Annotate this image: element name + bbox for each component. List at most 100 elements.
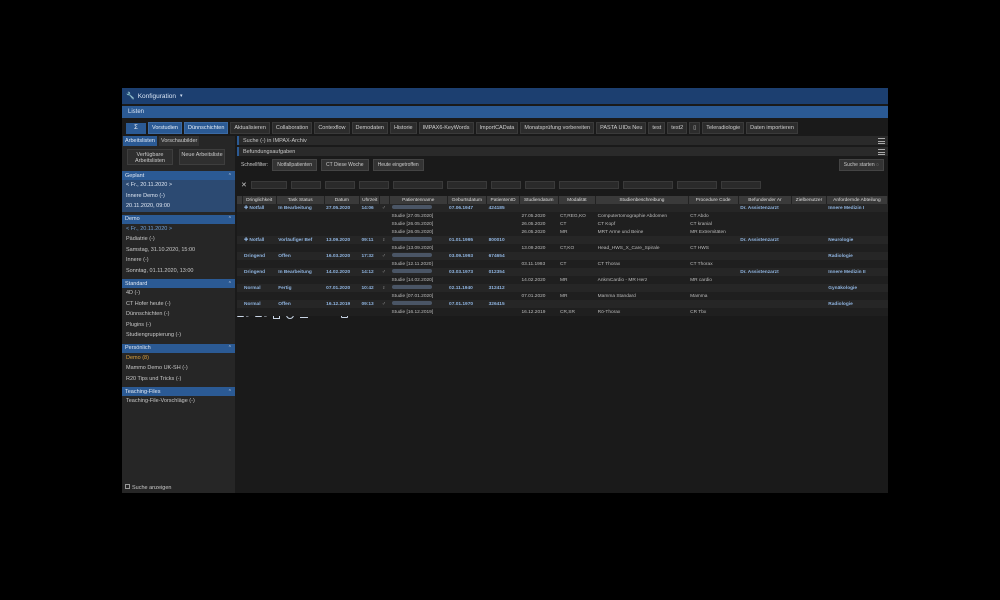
toolbar-button-contexflow[interactable]: Contexflow: [314, 122, 350, 134]
sigma-icon[interactable]: Σ: [126, 122, 146, 134]
checkbox-icon[interactable]: [125, 484, 130, 489]
collapse-icon[interactable]: ⌃: [228, 216, 232, 222]
filter-notfallpatienten[interactable]: Notfallpatienten: [272, 159, 317, 171]
device-icon[interactable]: ▯: [689, 122, 701, 134]
section-teaching-files[interactable]: Teaching-Files ⌃: [122, 387, 235, 396]
table-row[interactable]: ✚ Notfall In Bearbeitung 27.05.2020 14:06 ♂ 0…: [237, 204, 888, 212]
list-item[interactable]: Studiengruppierung (-): [122, 330, 235, 341]
filter-field[interactable]: [324, 181, 355, 189]
column-header[interactable]: Datum: [324, 196, 360, 204]
section-demo[interactable]: Demo ⌃: [122, 214, 235, 224]
available-worklists-button[interactable]: Verfügbare Arbeitslisten: [127, 149, 173, 165]
collapse-icon[interactable]: ⌃: [228, 345, 232, 351]
list-item[interactable]: 4D (-): [122, 288, 235, 299]
tab-vorschaubilder[interactable]: Vorschaubilder: [158, 136, 200, 146]
column-header[interactable]: Studienbeschreibung: [595, 196, 689, 204]
column-header[interactable]: Modalität: [558, 196, 597, 204]
filter-heute-eingetroffen[interactable]: Heute eingetroffen: [372, 159, 424, 171]
column-header[interactable]: Anfordernde Abteilung: [826, 196, 889, 204]
filter-field[interactable]: [290, 181, 321, 189]
table-row[interactable]: Studie [14.02.2020] 14.02.2020 MR AnkmCardi…: [237, 276, 888, 284]
list-item[interactable]: Mammo Demo UK-SH (-): [122, 363, 235, 374]
list-item[interactable]: Pädiatrie (-): [122, 234, 235, 245]
tasks-header[interactable]: Befundungsaufgaben: [237, 147, 888, 156]
table-row[interactable]: Dringend Offen 16.03.2020 17:32 ♂ 03.09.1993 6…: [237, 252, 888, 260]
list-item[interactable]: Dünnschichten (-): [122, 309, 235, 320]
table-row[interactable]: Studie [27.05.2020] 27.05.2020 CT,REG,KO Co…: [237, 212, 888, 220]
table-row[interactable]: Studie [26.05.2020] 26.05.2020 CT CT Kopf CT…: [237, 220, 888, 228]
filter-field[interactable]: [392, 181, 443, 189]
toolbar-button-collaboration[interactable]: Collaboration: [271, 122, 313, 134]
column-header[interactable]: Procedure Code: [688, 196, 739, 204]
column-header[interactable]: [379, 196, 391, 204]
filter-field[interactable]: [558, 181, 619, 189]
table-row[interactable]: Studie [12.11.2020] 03.11.1993 CT CT Thorax…: [237, 260, 888, 268]
menu-icon[interactable]: [878, 137, 885, 144]
table-row[interactable]: Studie [07.01.2020] 07.01.2020 MR Mamma Sta…: [237, 292, 888, 300]
column-header[interactable]: Task Status: [276, 196, 325, 204]
filter-field[interactable]: [524, 181, 555, 189]
section-persoenlich[interactable]: Persönlich ⌃: [122, 343, 235, 353]
column-header[interactable]: Dringlichkeit: [242, 196, 277, 204]
column-header[interactable]: Geburtsdatum: [447, 196, 488, 204]
toolbar-button-historie[interactable]: Historie: [389, 122, 417, 134]
column-header[interactable]: PatientenID: [486, 196, 520, 204]
date-picker[interactable]: < Fr., 20.11.2020 >: [122, 224, 235, 235]
toolbar-button-vorstudien[interactable]: Vorstudien: [148, 122, 182, 134]
filter-field[interactable]: [720, 181, 761, 189]
toolbar-button-duennschichten[interactable]: Dünnschichten: [184, 122, 229, 134]
date-picker[interactable]: < Fr., 20.11.2020 >: [122, 180, 235, 191]
tab-arbeitslisten[interactable]: Arbeitslisten: [123, 136, 157, 146]
title-dropdown-icon[interactable]: ▾: [180, 93, 183, 99]
filter-field[interactable]: [358, 181, 389, 189]
table-row[interactable]: Studie [13.09.2020] 13.09.2020 CT,KO Head_H…: [237, 244, 888, 252]
toolbar-button-test2[interactable]: test2: [667, 122, 688, 134]
table-row[interactable]: Normal Offen 16.12.2019 09:13 ♂ 07.01.1970 326…: [237, 300, 888, 308]
app-title[interactable]: Konfiguration: [138, 93, 176, 100]
column-header[interactable]: Patientenname: [389, 196, 448, 204]
list-item[interactable]: Teaching-File-Vorschläge (-): [122, 396, 235, 407]
clear-filter-icon[interactable]: ✕: [241, 181, 247, 189]
collapse-icon[interactable]: ⌃: [228, 173, 232, 179]
toolbar-button-demodaten[interactable]: Demodaten: [351, 122, 388, 134]
show-search-toggle[interactable]: Suche anzeigen: [125, 484, 171, 491]
toolbar-button-monatspruefung[interactable]: Monatsprüfung vorbereiten: [520, 122, 595, 134]
table-row[interactable]: ✚ Notfall Vorläufiger Bef 13.09.2020 09:11 ♀…: [237, 236, 888, 244]
toolbar-button-pasta-uids[interactable]: PASTA UIDs Neu: [596, 122, 647, 134]
toolbar-button-aktualisieren[interactable]: Aktualisieren: [230, 122, 270, 134]
toolbar-button-importcadata[interactable]: ImportCAData: [475, 122, 519, 134]
section-geplant[interactable]: Geplant ⌃: [122, 171, 235, 180]
table-row[interactable]: Normal Fertig 07.01.2020 10:42 ♀ 02.11.1940 31…: [237, 284, 888, 292]
menu-icon[interactable]: [878, 148, 885, 155]
list-item[interactable]: Plugins (-): [122, 320, 235, 331]
filter-field[interactable]: [622, 181, 673, 189]
table-row[interactable]: Dringend In Bearbeitung 14.02.2020 14:12 ♂ 03…: [237, 268, 888, 276]
filter-field[interactable]: [446, 181, 487, 189]
list-item[interactable]: R20 Tips und Tricks (-): [122, 374, 235, 385]
toolbar-button-daten-importieren[interactable]: Daten importieren: [746, 122, 798, 134]
list-item[interactable]: 20.11.2020, 09:00: [122, 201, 235, 212]
table-row[interactable]: Studie [26.05.2020] 26.05.2020 MR MRT Arme …: [237, 228, 888, 236]
table-row[interactable]: Studie [16.12.2019] 16.12.2019 CR,SR Rö-Tho…: [237, 308, 888, 316]
section-standard[interactable]: Standard ⌃: [122, 279, 235, 288]
column-header[interactable]: Studiendatum: [519, 196, 559, 204]
toolbar-button-teleradiologie[interactable]: Teleradiologie: [702, 122, 745, 134]
column-header[interactable]: Zielbenutzer: [791, 196, 827, 204]
filter-ct-diese-woche[interactable]: CT Diese Woche: [320, 159, 369, 171]
list-item[interactable]: Innere Demo (-): [122, 190, 235, 201]
filter-field[interactable]: [676, 181, 717, 189]
list-item[interactable]: CT Hofer heute (-): [122, 299, 235, 310]
new-worklist-button[interactable]: Neue Arbeitsliste: [179, 149, 225, 165]
column-header[interactable]: Uhrzeit: [359, 196, 381, 204]
wrench-icon[interactable]: 🔧: [126, 92, 135, 100]
collapse-icon[interactable]: ⌃: [228, 389, 232, 395]
start-search-button[interactable]: Suche starten ◌: [838, 159, 884, 171]
search-header[interactable]: Suche (-) in IMPAX-Archiv: [237, 136, 888, 145]
toolbar-button-impax-keywords[interactable]: IMPAX6-KeyWords: [418, 122, 474, 134]
toolbar-button-test[interactable]: test: [648, 122, 666, 134]
filter-field[interactable]: [490, 181, 521, 189]
list-item[interactable]: Innere (-): [122, 255, 235, 266]
column-header[interactable]: Befundender Ar: [738, 196, 793, 204]
collapse-icon[interactable]: ⌃: [228, 281, 232, 287]
list-item[interactable]: Demo (8): [122, 353, 235, 364]
